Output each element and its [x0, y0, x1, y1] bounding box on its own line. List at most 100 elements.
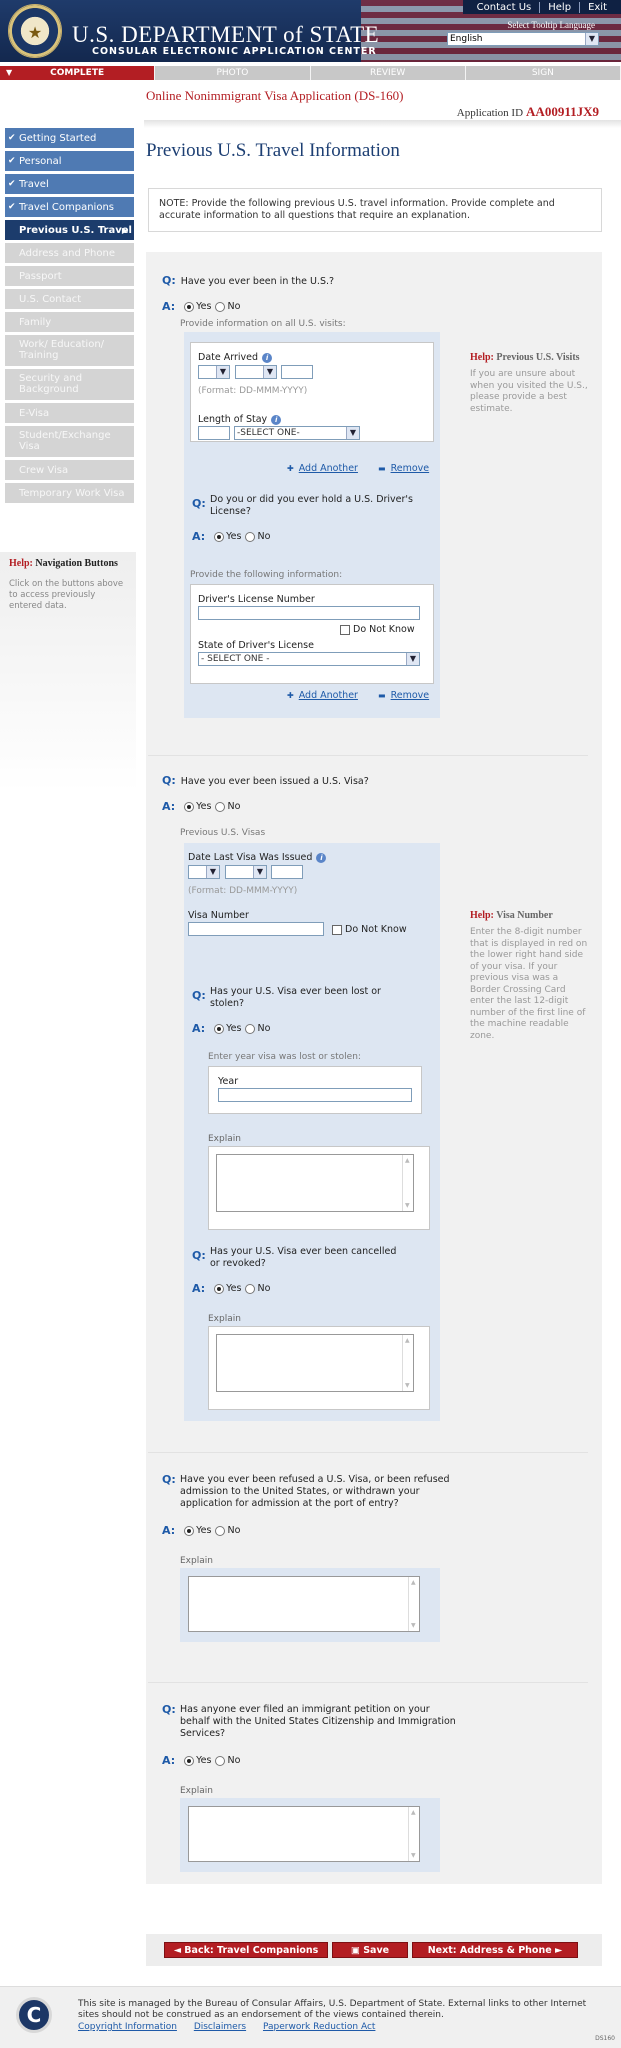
- textarea-scrollbar[interactable]: [408, 1577, 419, 1631]
- question-refused: Q: Have you ever been refused a U.S. Visa…: [162, 1473, 450, 1510]
- add-another-license-link[interactable]: ✚ Add Another: [287, 690, 358, 701]
- answer-visa-lost: A: Yes No: [192, 1022, 271, 1035]
- step-sign: SIGN: [465, 66, 621, 80]
- license-state-label: State of Driver's License: [198, 640, 314, 651]
- length-of-stay-input[interactable]: [198, 426, 230, 440]
- radio-no[interactable]: [215, 1525, 226, 1536]
- note-box: NOTE: Provide the following previous U.S…: [148, 188, 602, 232]
- date-arrived-month-select[interactable]: ▼: [235, 365, 277, 379]
- radio-yes[interactable]: [184, 1755, 195, 1766]
- form-title: Online Nonimmigrant Visa Application (DS…: [146, 88, 404, 103]
- sidebar-item-work-education: Work/ Education/ Training: [5, 335, 134, 367]
- date-arrived-label: Date Arrived i: [198, 352, 273, 363]
- explain-petition-textarea[interactable]: [188, 1806, 420, 1862]
- radio-yes[interactable]: [214, 1023, 225, 1034]
- radio-no[interactable]: [245, 1283, 256, 1294]
- answer-been-in-us: A: Yes No: [162, 300, 241, 313]
- explain-cancelled-label: Explain: [208, 1314, 241, 1324]
- last-visa-month-select[interactable]: ▼: [225, 865, 267, 879]
- date-format-hint: (Format: DD-MMM-YYYY): [188, 886, 298, 896]
- sidebar-item-previous-us-travel[interactable]: Previous U.S. Travel: [5, 220, 134, 241]
- info-icon: i: [271, 415, 282, 425]
- site-title: U.S. DEPARTMENT of STATE: [72, 22, 380, 47]
- sidebar-item-travel[interactable]: Travel: [5, 174, 134, 195]
- visa-number-input[interactable]: [188, 922, 324, 936]
- footer-links: Copyright Information Disclaimers Paperw…: [78, 2022, 389, 2032]
- help-link[interactable]: Help: [539, 1, 579, 13]
- sidebar-help: Help: Navigation Buttons Click on the bu…: [0, 552, 136, 792]
- add-icon: ✚: [287, 464, 294, 473]
- radio-no[interactable]: [245, 1023, 256, 1034]
- lost-year-label: Year: [218, 1076, 239, 1087]
- info-icon: i: [262, 353, 273, 363]
- question-immigrant-petition: Q: Has anyone ever filed an immigrant pet…: [162, 1703, 456, 1740]
- textarea-scrollbar[interactable]: [408, 1807, 419, 1861]
- explain-lost-label: Explain: [208, 1134, 241, 1144]
- application-id: Application ID AA00911JX9: [456, 104, 599, 119]
- next-button[interactable]: Next: Address & Phone ►: [412, 1942, 578, 1958]
- license-state-select[interactable]: - SELECT ONE - ▼: [198, 652, 420, 666]
- textarea-scrollbar[interactable]: [402, 1335, 413, 1391]
- progress-steps: COMPLETE PHOTO REVIEW SIGN: [0, 66, 621, 80]
- lost-year-sub-label: Enter year visa was lost or stolen:: [208, 1052, 361, 1062]
- site-header: ★ U.S. DEPARTMENT of STATE CONSULAR ELEC…: [0, 0, 621, 62]
- help-previous-visits: Help: Previous U.S. Visits If you are un…: [470, 352, 588, 414]
- save-button[interactable]: ▣ Save: [332, 1942, 408, 1958]
- top-links: Contact Us Help Exit: [462, 0, 621, 14]
- date-arrived-day-select[interactable]: ▼: [198, 365, 230, 379]
- radio-yes[interactable]: [184, 1525, 195, 1536]
- navigation-buttons: ◄ Back: Travel Companions ▣ Save Next: A…: [146, 1934, 602, 1966]
- last-visa-year-input[interactable]: [271, 865, 303, 879]
- answer-visa-cancelled: A: Yes No: [192, 1282, 271, 1295]
- sidebar-item-us-contact: U.S. Contact: [5, 289, 134, 310]
- sidebar-item-security: Security and Background: [5, 369, 134, 401]
- consular-affairs-logo: C: [16, 1997, 52, 2033]
- textarea-scrollbar[interactable]: [402, 1155, 413, 1211]
- remove-license-link[interactable]: ▬ Remove: [378, 690, 429, 701]
- back-button[interactable]: ◄ Back: Travel Companions: [164, 1942, 328, 1958]
- exit-link[interactable]: Exit: [579, 1, 615, 13]
- sidebar-item-getting-started[interactable]: Getting Started: [5, 128, 134, 149]
- license-number-input[interactable]: [198, 606, 420, 620]
- explain-petition-label: Explain: [180, 1786, 213, 1796]
- copyright-link[interactable]: Copyright Information: [78, 2022, 177, 2032]
- sidebar-item-evisa: E-Visa: [5, 403, 134, 424]
- state-department-seal: ★: [8, 4, 62, 58]
- language-select[interactable]: English ▼: [447, 32, 599, 46]
- remove-visit-link[interactable]: ▬ Remove: [378, 463, 429, 474]
- lost-year-input[interactable]: [218, 1088, 412, 1102]
- date-last-visa-label: Date Last Visa Was Issued i: [188, 852, 327, 863]
- radio-no[interactable]: [215, 1755, 226, 1766]
- add-another-visit-link[interactable]: ✚ Add Another: [287, 463, 358, 474]
- sidebar-item-travel-companions[interactable]: Travel Companions: [5, 197, 134, 218]
- length-of-stay-unit-select[interactable]: -SELECT ONE- ▼: [234, 426, 360, 440]
- explain-cancelled-textarea[interactable]: [216, 1334, 414, 1392]
- disclaimers-link[interactable]: Disclaimers: [194, 2022, 246, 2032]
- date-arrived-year-input[interactable]: [281, 365, 313, 379]
- help-visa-number: Help: Visa Number Enter the 8-digit numb…: [470, 910, 588, 1041]
- question-visa-lost: Q: Has your U.S. Visa ever been lost or s…: [192, 986, 381, 1009]
- sidebar-item-personal[interactable]: Personal: [5, 151, 134, 172]
- visa-do-not-know-checkbox[interactable]: Do Not Know: [332, 924, 407, 935]
- title-divider: [144, 120, 621, 128]
- radio-no[interactable]: [215, 801, 226, 812]
- contact-us-link[interactable]: Contact Us: [469, 2, 540, 13]
- radio-no[interactable]: [245, 531, 256, 542]
- radio-yes[interactable]: [184, 801, 195, 812]
- paperwork-reduction-link[interactable]: Paperwork Reduction Act: [263, 2022, 375, 2032]
- radio-yes[interactable]: [184, 301, 195, 312]
- sidebar-item-passport: Passport: [5, 266, 134, 287]
- question-visa-cancelled: Q: Has your U.S. Visa ever been cancelled…: [192, 1246, 397, 1269]
- explain-refused-textarea[interactable]: [188, 1576, 420, 1632]
- last-visa-day-select[interactable]: ▼: [188, 865, 220, 879]
- previous-visas-sub-label: Previous U.S. Visas: [180, 828, 266, 838]
- sidebar-item-temporary-work: Temporary Work Visa: [5, 483, 134, 504]
- date-format-hint: (Format: DD-MMM-YYYY): [198, 386, 308, 396]
- radio-yes[interactable]: [214, 531, 225, 542]
- add-icon: ✚: [287, 691, 294, 700]
- radio-no[interactable]: [215, 301, 226, 312]
- radio-yes[interactable]: [214, 1283, 225, 1294]
- license-do-not-know-checkbox[interactable]: Do Not Know: [340, 624, 415, 635]
- explain-lost-textarea[interactable]: [216, 1154, 414, 1212]
- sidebar-item-address-phone: Address and Phone: [5, 243, 134, 264]
